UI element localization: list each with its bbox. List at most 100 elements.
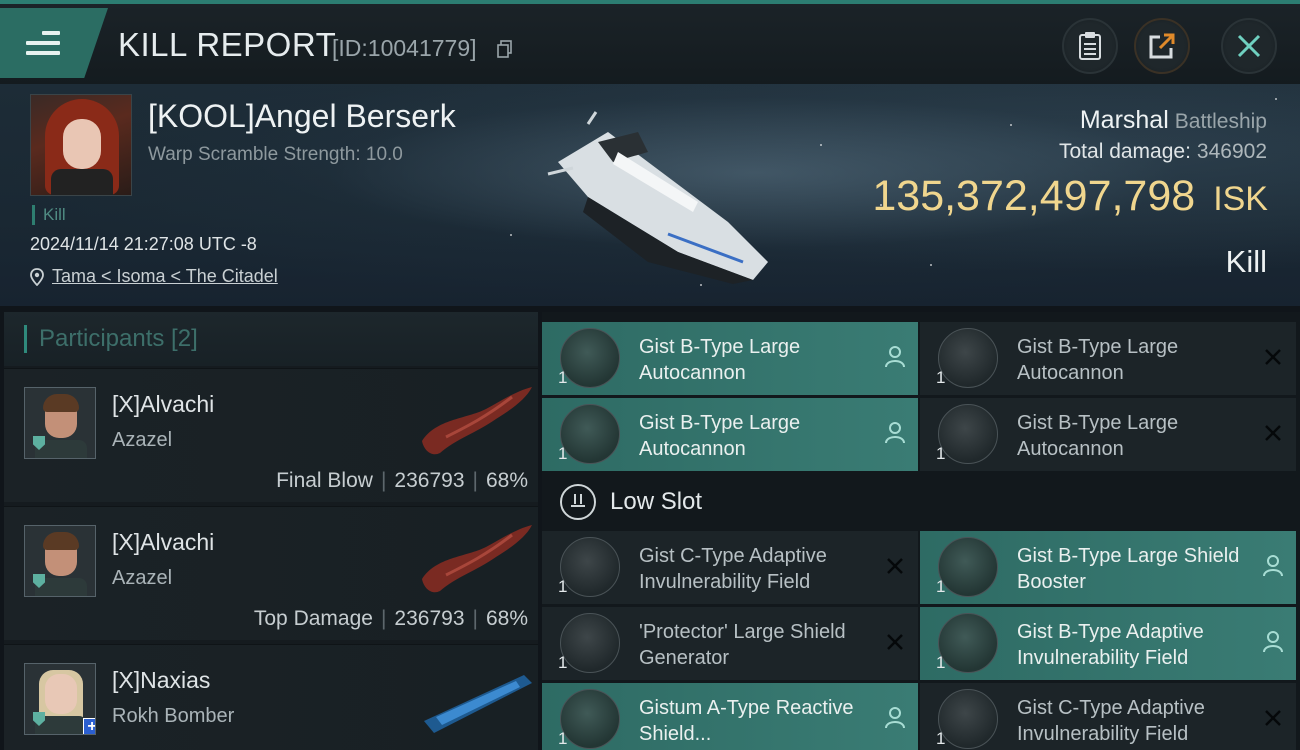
close-button[interactable]: [1221, 18, 1277, 74]
clipboard-button[interactable]: [1062, 18, 1118, 74]
victim-avatar[interactable]: [30, 94, 132, 196]
participant-ship-image: [422, 387, 532, 455]
shield-module-icon: [560, 613, 620, 673]
participant-stats: Top Damage | 236793 | 68%: [253, 607, 528, 630]
module-name: Gist B-Type Large Autocannon: [1017, 412, 1179, 460]
pilot-icon: [1263, 555, 1283, 577]
warp-scramble-strength: Warp Scramble Strength: 10.0: [148, 144, 403, 165]
module-item[interactable]: 1 Gist C-Type Adaptive Invulnerability F…: [920, 683, 1296, 750]
victim-summary: [KOOL]Angel Berserk Warp Scramble Streng…: [0, 84, 1300, 306]
shield-module-icon: [560, 537, 620, 597]
autocannon-icon: [560, 404, 620, 464]
module-name: 'Protector' Large Shield Generator: [639, 621, 846, 669]
participants-panel: Participants [2] [X]Alvachi Azazel Final…: [4, 312, 538, 750]
kill-tag: Kill: [32, 205, 66, 225]
isk-unit: ISK: [1213, 180, 1268, 218]
low-slot-icon: [560, 484, 596, 520]
participant-ship: Rokh Bomber: [112, 705, 235, 727]
menu-button[interactable]: [0, 8, 108, 78]
destroyed-icon: [1265, 710, 1281, 726]
module-quantity: 1: [558, 729, 568, 748]
autocannon-icon: [560, 328, 620, 388]
module-item[interactable]: 1 Gist C-Type Adaptive Invulnerability F…: [542, 531, 918, 604]
pilot-icon: [885, 346, 905, 368]
low-slot-label: Low Slot: [610, 488, 703, 515]
shield-module-icon: [560, 689, 620, 749]
participant-ship-image: [422, 525, 532, 593]
pilot-icon: [885, 422, 905, 444]
destroyed-icon: [1265, 349, 1281, 365]
menu-icon: [26, 25, 60, 61]
module-name: Gist B-Type Large Autocannon: [1017, 336, 1179, 384]
module-item[interactable]: 1 Gist B-Type Large Autocannon: [920, 398, 1296, 471]
module-quantity: 1: [558, 653, 568, 672]
participant-avatar[interactable]: +: [24, 663, 96, 735]
participant-ship-image: [424, 675, 532, 733]
participant-card[interactable]: [X]Alvachi Azazel Top Damage | 236793 | 68%: [4, 506, 538, 640]
participant-card[interactable]: [X]Alvachi Azazel Final Blow | 236793 | 68%: [4, 368, 538, 502]
participant-avatar[interactable]: [24, 525, 96, 597]
total-damage-value: 346902: [1196, 140, 1267, 163]
module-name: Gist C-Type Adaptive Invulnerability Fie…: [1017, 697, 1205, 745]
module-name: Gist B-Type Large Shield Booster: [1017, 545, 1240, 593]
module-item[interactable]: 1 Gistum A-Type Reactive Shield...: [542, 683, 918, 750]
report-id: [ID:10041779]: [332, 35, 477, 61]
module-item[interactable]: 1 Gist B-Type Large Autocannon: [920, 322, 1296, 395]
victim-name[interactable]: [KOOL]Angel Berserk: [148, 98, 456, 135]
participant-name: [X]Alvachi: [112, 529, 215, 555]
clipboard-icon: [1079, 32, 1101, 60]
module-item[interactable]: 1 Gist B-Type Large Autocannon: [542, 398, 918, 471]
module-item[interactable]: 1 'Protector' Large Shield Generator: [542, 607, 918, 680]
victim-ship-image: [547, 111, 768, 284]
module-quantity: 1: [558, 577, 568, 596]
module-name: Gistum A-Type Reactive Shield...: [639, 697, 854, 745]
isk-value: 135,372,497,798 ISK: [872, 172, 1268, 220]
module-quantity: 1: [936, 653, 946, 672]
pilot-icon: [885, 707, 905, 729]
location-link[interactable]: Tama < Isoma < The Citadel: [30, 266, 278, 287]
participant-ship: Azazel: [112, 429, 173, 451]
location-pin-icon: [30, 267, 44, 286]
module-quantity: 1: [936, 368, 946, 387]
destroyed-icon: [1265, 425, 1281, 441]
participant-avatar[interactable]: [24, 387, 96, 459]
destroyed-icon: [887, 558, 903, 574]
module-quantity: 1: [558, 444, 568, 463]
participant-stats: Final Blow | 236793 | 68%: [276, 469, 528, 492]
participant-ship: Azazel: [112, 567, 173, 589]
copy-icon[interactable]: [497, 40, 513, 58]
autocannon-icon: [938, 404, 998, 464]
module-name: Gist B-Type Adaptive Invulnerability Fie…: [1017, 621, 1204, 669]
kill-result: Kill: [1225, 244, 1267, 279]
module-item[interactable]: 1 Gist B-Type Adaptive Invulnerability F…: [920, 607, 1296, 680]
shield-module-icon: [938, 613, 998, 673]
share-button[interactable]: [1134, 18, 1190, 74]
module-item[interactable]: 1 Gist B-Type Large Autocannon: [542, 322, 918, 395]
fitting-panel: 1 Gist B-Type Large Autocannon 1 Gist B-…: [542, 312, 1300, 750]
close-icon: [1237, 34, 1261, 58]
participants-header[interactable]: Participants [2]: [4, 312, 538, 366]
share-icon: [1149, 33, 1175, 59]
ship-class: Battleship: [1174, 110, 1267, 133]
shield-module-icon: [938, 689, 998, 749]
destroyed-icon: [887, 634, 903, 650]
participant-card[interactable]: + [X]Naxias Rokh Bomber: [4, 644, 538, 750]
participant-name: [X]Alvachi: [112, 391, 215, 417]
top-bar: KILL REPORT [ID:10041779]: [0, 0, 1300, 84]
module-quantity: 1: [936, 444, 946, 463]
module-name: Gist C-Type Adaptive Invulnerability Fie…: [639, 545, 827, 593]
module-item[interactable]: 1 Gist B-Type Large Shield Booster: [920, 531, 1296, 604]
location-text[interactable]: Tama < Isoma < The Citadel: [52, 266, 278, 287]
ship-name: Marshal Battleship: [1079, 106, 1267, 134]
shield-module-icon: [938, 537, 998, 597]
kill-timestamp: 2024/11/14 21:27:08 UTC -8: [30, 234, 257, 254]
participant-name: [X]Naxias: [112, 667, 211, 693]
module-quantity: 1: [936, 729, 946, 748]
pilot-icon: [1263, 631, 1283, 653]
low-slot-header: Low Slot: [542, 474, 1300, 530]
module-name: Gist B-Type Large Autocannon: [639, 336, 801, 384]
page-title: KILL REPORT: [118, 26, 337, 63]
module-quantity: 1: [936, 577, 946, 596]
total-damage: Total damage: 346902: [1059, 140, 1267, 163]
module-quantity: 1: [558, 368, 568, 387]
